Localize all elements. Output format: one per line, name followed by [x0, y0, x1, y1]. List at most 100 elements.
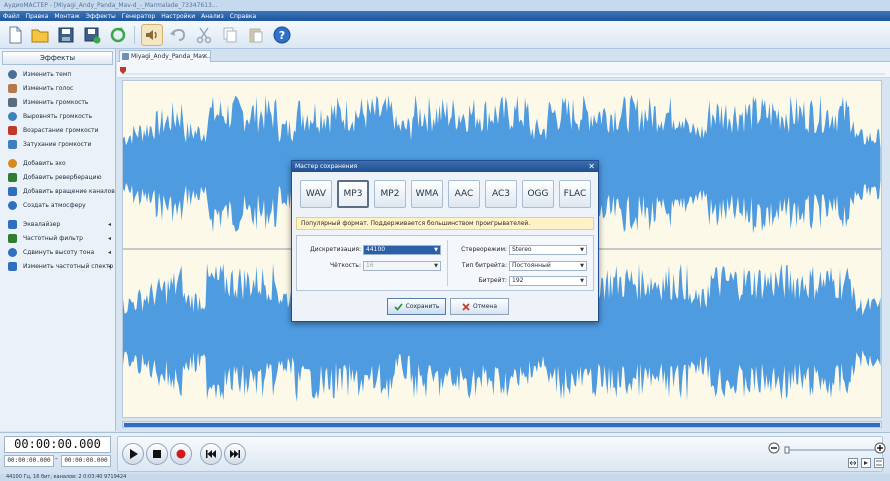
new-file-button[interactable]	[4, 24, 26, 46]
zoom-selection-icon[interactable]	[861, 458, 871, 468]
bitrate-type-select[interactable]: Постоянный ▼	[509, 261, 587, 271]
fade-out-icon	[8, 140, 17, 149]
status-bar: 44100 Гц, 16 бит, каналов: 2 0:03:40 971…	[0, 474, 890, 481]
sidebar-item-pitch[interactable]: Сдвинуть высоту тона ◂	[8, 247, 113, 258]
stop-button[interactable]	[146, 443, 168, 465]
sidebar-item-level-volume[interactable]: Выровнять громкость	[8, 111, 113, 122]
format-mp2-button[interactable]: MP2	[374, 180, 406, 208]
sidebar-item-label: Эквалайзер	[23, 221, 61, 228]
rewind-start-button[interactable]	[200, 443, 222, 465]
zoom-in-icon[interactable]	[874, 442, 886, 454]
cut-button[interactable]	[193, 24, 215, 46]
format-ac3-button[interactable]: AC3	[485, 180, 517, 208]
open-folder-button[interactable]	[29, 24, 51, 46]
sidebar-item-label: Частотный фильтр	[23, 235, 83, 242]
level-volume-icon	[8, 112, 17, 121]
help-button[interactable]: ?	[271, 24, 293, 46]
fit-horizontal-icon[interactable]	[848, 458, 858, 468]
menu-effects[interactable]: Эффекты	[86, 13, 116, 20]
format-aac-button[interactable]: AAC	[448, 180, 480, 208]
bitrate-select[interactable]: 192 ▼	[509, 276, 587, 286]
record-button[interactable]	[170, 443, 192, 465]
sidebar-item-label: Выровнять громкость	[23, 113, 93, 120]
forward-end-button[interactable]	[224, 443, 246, 465]
bitrate-label: Битрейт:	[478, 277, 507, 284]
playhead-marker-icon[interactable]	[120, 67, 126, 74]
format-ogg-button[interactable]: OGG	[522, 180, 554, 208]
echo-icon	[8, 159, 17, 168]
sidebar-item-label: Затухание громкости	[23, 141, 92, 148]
sidebar-item-echo[interactable]: Добавить эхо	[8, 158, 113, 169]
volume-icon	[8, 98, 17, 107]
menu-montage[interactable]: Монтаж	[54, 13, 79, 20]
sidebar-item-atmosphere[interactable]: Создать атмосферу	[8, 200, 113, 211]
stereo-mode-select[interactable]: Stereo ▼	[509, 245, 587, 255]
menu-file[interactable]: Файл	[3, 13, 20, 20]
waveform-scrollbar[interactable]	[122, 421, 882, 428]
undo-button[interactable]	[167, 24, 189, 46]
format-wma-button[interactable]: WMA	[411, 180, 443, 208]
sidebar-item-label: Возрастание громкости	[23, 127, 99, 134]
format-flac-button[interactable]: FLAC	[559, 180, 591, 208]
chevron-down-icon: ▼	[434, 247, 438, 253]
selection-start-field[interactable]: 00:00:00.000	[4, 455, 54, 467]
sidebar-item-label: Создать атмосферу	[23, 202, 86, 209]
sidebar-item-spectrum[interactable]: Изменить частотный спектр ◂	[8, 261, 113, 272]
sidebar-item-fade-out[interactable]: Затухание громкости	[8, 139, 113, 150]
svg-text:?: ?	[279, 29, 285, 42]
sidebar-item-voice[interactable]: Изменить голос	[8, 83, 113, 94]
save-button[interactable]: Сохранить	[387, 298, 446, 315]
zoom-out-icon[interactable]	[768, 442, 780, 454]
sample-rate-select[interactable]: 44100 ▼	[363, 245, 441, 255]
sidebar-item-filter[interactable]: Частотный фильтр ◂	[8, 233, 113, 244]
zoom-slider[interactable]	[783, 445, 878, 455]
transport-bar	[117, 436, 886, 472]
expand-arrow-icon[interactable]: ◂	[108, 263, 111, 270]
audio-file-icon	[122, 53, 129, 60]
menu-settings[interactable]: Настройки	[161, 13, 195, 20]
sidebar-item-volume[interactable]: Изменить громкость	[8, 97, 113, 108]
sidebar-item-label: Изменить голос	[23, 85, 74, 92]
menu-edit[interactable]: Правка	[26, 13, 49, 20]
reverb-icon	[8, 173, 17, 182]
speaker-button[interactable]	[141, 24, 163, 46]
file-tab[interactable]: Miyagi_Andy_Panda_Mav... ×	[119, 50, 211, 62]
selection-end-field[interactable]: 00:00:00.000	[61, 455, 111, 467]
window-title: АудиоМАСТЕР - [Miyagi_Andy_Panda_Mav-d_-…	[0, 0, 890, 11]
scrollbar-thumb[interactable]	[124, 423, 880, 427]
menu-generator[interactable]: Генератор	[122, 13, 155, 20]
sample-rate-label: Дискретизация:	[310, 246, 361, 253]
zoom-reset-icon[interactable]	[874, 458, 884, 468]
dialog-title: Мастер сохранения ✕	[292, 161, 598, 172]
expand-arrow-icon[interactable]: ◂	[108, 249, 111, 256]
current-time: 00:00:00.000	[4, 436, 111, 453]
close-tab-icon[interactable]: ×	[202, 51, 208, 62]
save-wizard-dialog: Мастер сохранения ✕ WAV MP3 MP2 WMA AAC …	[291, 160, 599, 322]
format-mp3-button[interactable]: MP3	[337, 180, 369, 208]
save-as-button[interactable]	[81, 24, 103, 46]
format-wav-button[interactable]: WAV	[300, 180, 332, 208]
dialog-close-icon[interactable]: ✕	[588, 161, 595, 172]
menu-help[interactable]: Справка	[230, 13, 256, 20]
stereo-mode-label: Стереорежим:	[461, 246, 507, 253]
sidebar-item-reverb[interactable]: Добавить реверберацию	[8, 172, 113, 183]
timeline-ruler[interactable]	[117, 62, 890, 78]
sidebar-item-tempo[interactable]: Изменить темп	[8, 69, 113, 80]
copy-button[interactable]	[219, 24, 241, 46]
sidebar-item-rotate-channels[interactable]: Добавить вращение каналов	[8, 186, 115, 197]
cancel-button[interactable]: Отмена	[450, 298, 509, 315]
play-button[interactable]	[122, 443, 144, 465]
atmosphere-icon	[8, 201, 17, 210]
paste-button[interactable]	[245, 24, 267, 46]
skip-back-icon	[206, 450, 216, 458]
sidebar-item-fade-in[interactable]: Возрастание громкости	[8, 125, 113, 136]
expand-arrow-icon[interactable]: ◂	[108, 235, 111, 242]
save-button[interactable]	[55, 24, 77, 46]
refresh-button[interactable]	[107, 24, 129, 46]
format-info: Популярный формат. Поддерживается больши…	[296, 217, 594, 230]
expand-arrow-icon[interactable]: ◂	[108, 221, 111, 228]
menu-analysis[interactable]: Анализ	[201, 13, 224, 20]
sidebar-item-label: Добавить эхо	[23, 160, 66, 167]
sidebar-item-equalizer[interactable]: Эквалайзер ◂	[8, 219, 113, 230]
help-icon: ?	[273, 26, 291, 44]
